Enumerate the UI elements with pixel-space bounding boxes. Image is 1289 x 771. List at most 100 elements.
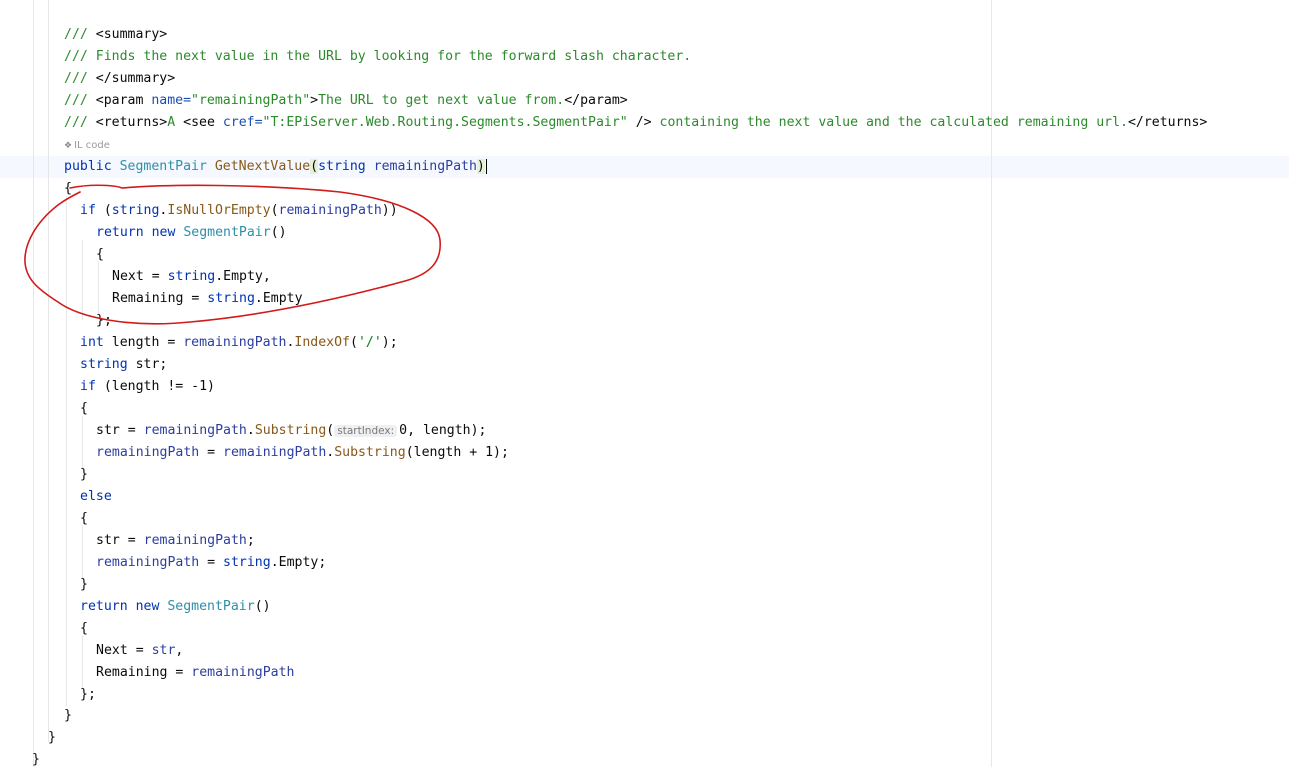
- indent-guide: [98, 262, 99, 314]
- code-line[interactable]: Next = str,: [96, 640, 183, 662]
- code-token: Remaining =: [96, 665, 192, 680]
- il-code-icon: ❖: [64, 141, 73, 151]
- code-token: remainingPath: [183, 335, 287, 350]
- code-token: {: [80, 401, 88, 416]
- code-token: =: [199, 445, 224, 460]
- code-token: return: [96, 225, 152, 240]
- code-token: remainingPath: [373, 159, 477, 174]
- code-line[interactable]: /// <summary>: [64, 24, 167, 46]
- code-token: (): [254, 599, 271, 614]
- code-line[interactable]: if (length != -1): [80, 376, 215, 398]
- code-line[interactable]: string str;: [80, 354, 167, 376]
- code-line[interactable]: {: [96, 244, 104, 266]
- code-token: >: [310, 93, 319, 108]
- code-token: public: [64, 159, 120, 174]
- code-token: remainingPath: [96, 445, 200, 460]
- code-token: .Empty,: [215, 269, 271, 284]
- code-line[interactable]: }: [48, 727, 56, 749]
- code-line[interactable]: if (string.IsNullOrEmpty(remainingPath)): [80, 200, 398, 222]
- code-line[interactable]: }: [64, 705, 72, 727]
- code-line[interactable]: int length = remainingPath.IndexOf('/');: [80, 332, 398, 354]
- code-line[interactable]: Remaining = string.Empty: [112, 288, 303, 310]
- code-token: SegmentPair: [119, 159, 215, 174]
- text-cursor: [485, 158, 488, 174]
- code-token: new: [151, 225, 184, 240]
- code-line[interactable]: };: [80, 684, 96, 706]
- code-token: length =: [111, 335, 184, 350]
- code-token: string: [80, 357, 136, 372]
- code-line[interactable]: remainingPath = string.Empty;: [96, 552, 326, 574]
- code-line[interactable]: public SegmentPair GetNextValue(string r…: [64, 156, 488, 178]
- code-token: <summary>: [95, 27, 168, 42]
- code-token: ///: [64, 93, 96, 108]
- code-line[interactable]: {: [80, 398, 88, 420]
- code-token: ,: [175, 643, 184, 658]
- code-token: remainingPath: [96, 555, 200, 570]
- code-token: =: [199, 555, 224, 570]
- indent-guide: [48, 0, 49, 742]
- code-line[interactable]: else: [80, 486, 112, 508]
- code-token: />: [627, 115, 652, 130]
- code-token: ///: [64, 27, 96, 42]
- code-token: {: [80, 511, 88, 526]
- il-code-hint[interactable]: ❖ IL code: [64, 139, 110, 153]
- code-token: str =: [96, 533, 144, 548]
- parameter-hint: startIndex:: [334, 425, 398, 437]
- code-line[interactable]: };: [96, 310, 112, 332]
- code-token: (length + 1);: [405, 445, 509, 460]
- code-line[interactable]: return new SegmentPair(): [80, 596, 271, 618]
- code-token: The URL to get next value from.: [318, 93, 565, 108]
- indent-guide: [82, 240, 83, 320]
- code-token: name=: [151, 93, 192, 108]
- code-token: }: [80, 577, 88, 592]
- code-token: {: [96, 247, 104, 262]
- code-line[interactable]: /// <returns>A <see cref="T:EPiServer.We…: [64, 112, 1207, 134]
- code-token: <returns>: [95, 115, 168, 130]
- code-line[interactable]: Next = string.Empty,: [112, 266, 271, 288]
- code-token: IsNullOrEmpty: [167, 203, 271, 218]
- code-line[interactable]: }: [80, 574, 88, 596]
- code-token: Next =: [112, 269, 168, 284]
- code-token: remainingPath: [278, 203, 382, 218]
- code-token: </returns>: [1127, 115, 1208, 130]
- code-token: GetNextValue: [214, 159, 311, 174]
- code-token: };: [96, 313, 112, 328]
- code-line[interactable]: str = remainingPath;: [96, 530, 255, 552]
- code-token: <param: [95, 93, 152, 108]
- code-line[interactable]: Remaining = remainingPath: [96, 662, 295, 684]
- code-line[interactable]: return new SegmentPair(): [96, 222, 287, 244]
- code-line[interactable]: /// </summary>: [64, 68, 175, 90]
- indent-guide: [82, 526, 83, 578]
- code-line[interactable]: /// Finds the next value in the URL by l…: [64, 46, 691, 68]
- indent-guide: [33, 0, 34, 767]
- code-token: ): [476, 159, 485, 174]
- code-token: )): [381, 203, 398, 218]
- code-token: (: [103, 203, 112, 218]
- code-token: }: [80, 467, 88, 482]
- code-token: IndexOf: [294, 335, 350, 350]
- code-token: (length != -1): [103, 379, 215, 394]
- code-line[interactable]: /// <param name="remainingPath">The URL …: [64, 90, 628, 112]
- code-line[interactable]: {: [80, 508, 88, 530]
- code-token: .Empty;: [270, 555, 327, 570]
- code-token: SegmentPair: [183, 225, 271, 240]
- il-code-label: IL code: [74, 140, 110, 151]
- code-token: containing the next value and the calcul…: [651, 115, 1128, 130]
- code-editor[interactable]: ❖ IL code /// <summary> /// Finds the next…: [0, 0, 1289, 767]
- code-token: string: [207, 291, 255, 306]
- code-token: }: [32, 752, 40, 767]
- code-line[interactable]: }: [80, 464, 88, 486]
- code-token: if: [80, 379, 104, 394]
- code-token: "T:EPiServer.Web.Routing.Segments.Segmen…: [262, 115, 628, 130]
- code-token: Remaining =: [112, 291, 208, 306]
- code-token: }: [64, 708, 72, 723]
- code-line[interactable]: str = remainingPath.Substring(startIndex…: [96, 420, 486, 442]
- code-line[interactable]: }: [32, 749, 40, 771]
- code-token: A: [167, 115, 184, 130]
- code-token: (: [310, 159, 319, 174]
- code-line[interactable]: {: [80, 618, 88, 640]
- code-line[interactable]: {: [64, 178, 72, 200]
- code-token: </summary>: [95, 71, 176, 86]
- code-token: string: [223, 555, 271, 570]
- code-line[interactable]: remainingPath = remainingPath.Substring(…: [96, 442, 509, 464]
